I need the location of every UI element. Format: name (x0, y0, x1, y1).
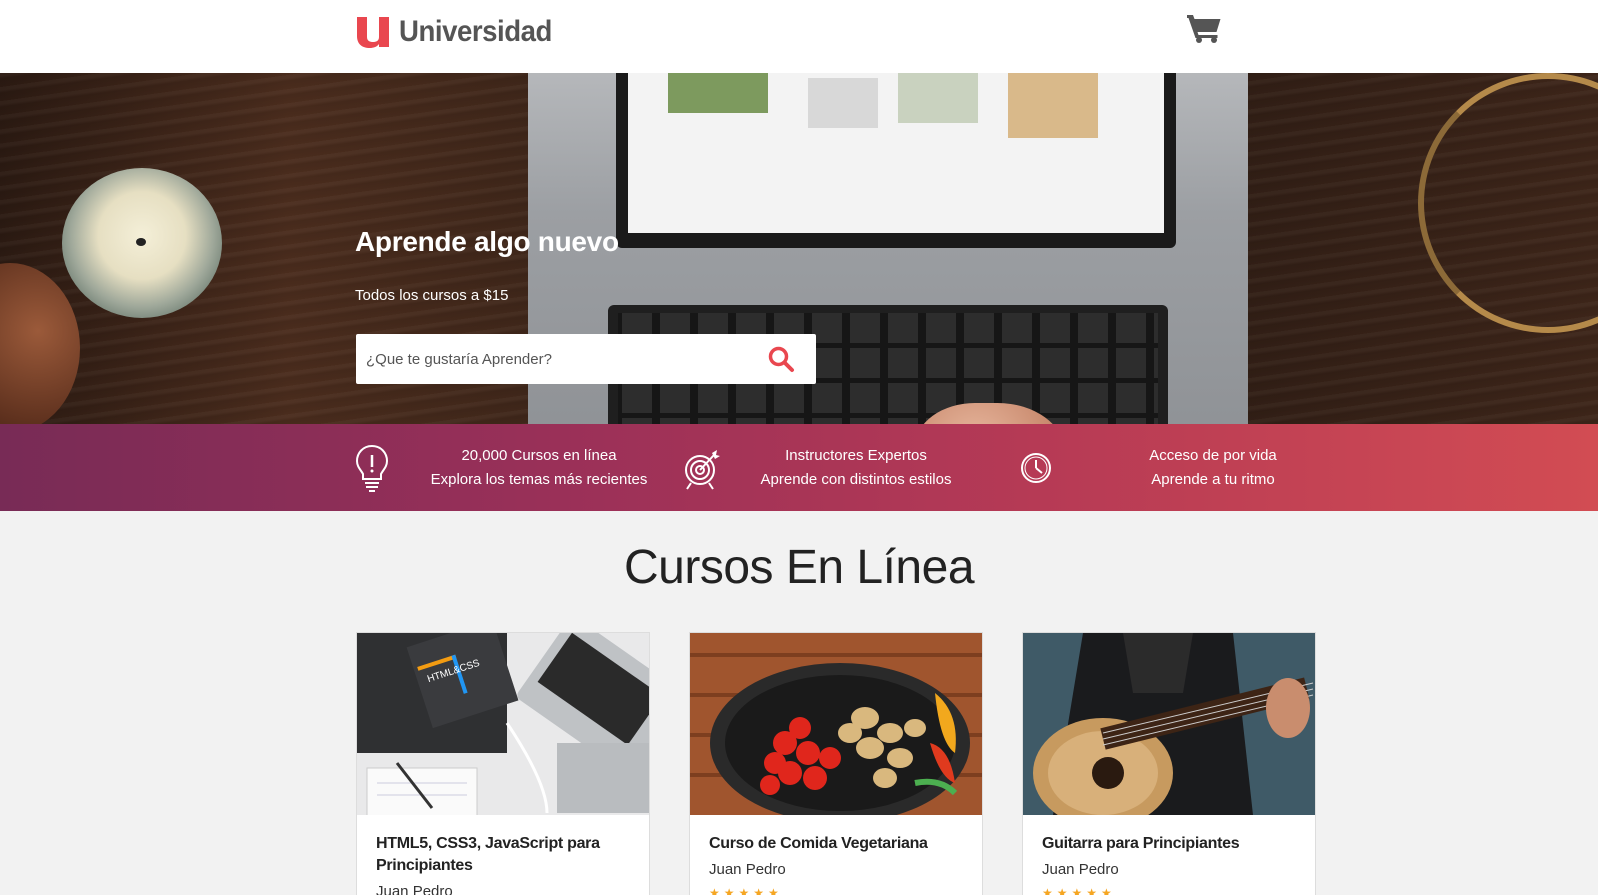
hero-title: Aprende algo nuevo (355, 226, 619, 257)
site-logo[interactable]: Universidad (355, 13, 565, 51)
search-icon[interactable] (766, 344, 796, 374)
benefit-access-desc: Aprende a tu ritmo (1151, 470, 1275, 488)
benefit-instructors-desc: Aprende con distintos estilos (760, 470, 952, 488)
course-card[interactable]: Curso de Comida Vegetariana Juan Pedro ★… (689, 632, 983, 895)
benefit-courses-title: 20,000 Cursos en línea (461, 446, 617, 464)
brand-name: Universidad (399, 15, 552, 48)
hero-subtitle: Todos los cursos a $15 (355, 287, 509, 304)
benefit-instructors-title: Instructores Expertos (785, 446, 927, 464)
benefit-access: Acceso de por vida Aprende a tu ritmo (1016, 424, 1328, 511)
target-icon (685, 449, 720, 490)
search-input[interactable] (366, 334, 766, 384)
benefit-courses: 20,000 Cursos en línea Explora los temas… (352, 424, 654, 511)
clock-icon (1021, 452, 1051, 483)
benefit-courses-desc: Explora los temas más recientes (430, 470, 648, 488)
course-image-html[interactable]: HTML&CSS (357, 633, 649, 815)
course-title[interactable]: HTML5, CSS3, JavaScript para Principiant… (376, 833, 631, 877)
courses-section-title: Cursos En Línea (623, 541, 975, 594)
course-card[interactable]: HTML&CSS HTML5, CSS3, JavaScript para Pr… (356, 632, 650, 895)
course-author: Juan Pedro (376, 883, 453, 895)
benefit-instructors: Instructores Expertos Aprende con distin… (682, 424, 964, 511)
course-title[interactable]: Curso de Comida Vegetariana (709, 833, 964, 855)
logo-u-icon (357, 17, 389, 48)
rating-stars: ★★★★★ (709, 886, 783, 895)
search-box (356, 334, 816, 384)
course-author: Juan Pedro (709, 861, 786, 878)
course-card[interactable]: Guitarra para Principiantes Juan Pedro ★… (1022, 632, 1316, 895)
benefit-access-title: Acceso de por vida (1149, 446, 1277, 464)
hero-banner: Aprende algo nuevo Todos los cursos a $1… (0, 73, 1598, 424)
course-title[interactable]: Guitarra para Principiantes (1042, 833, 1297, 855)
course-image-guitar[interactable] (1023, 633, 1315, 815)
rating-stars: ★★★★★ (1042, 886, 1116, 895)
benefits-bar: 20,000 Cursos en línea Explora los temas… (0, 424, 1598, 511)
candle-wick (136, 238, 146, 246)
site-header: Universidad (0, 0, 1598, 73)
course-author: Juan Pedro (1042, 861, 1119, 878)
lightbulb-icon (355, 444, 389, 492)
course-image-food[interactable] (690, 633, 982, 815)
cart-icon[interactable] (1186, 12, 1222, 44)
